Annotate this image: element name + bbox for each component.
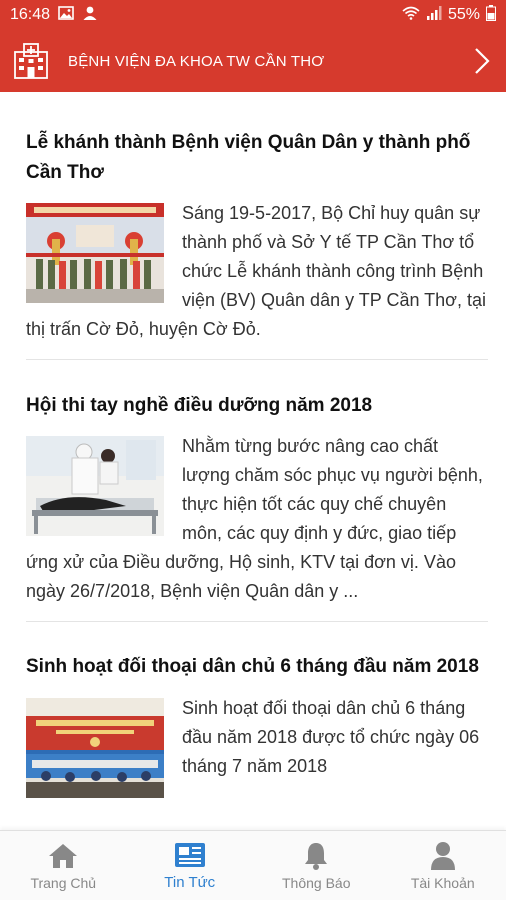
app-header: BỆNH VIỆN ĐA KHOA TW CẦN THƠ [0, 30, 506, 92]
status-time: 16:48 [10, 6, 51, 23]
news-title[interactable]: Sinh hoạt đối thoại dân chủ 6 tháng đầu … [26, 652, 488, 682]
image-icon [58, 5, 74, 25]
chevron-right-icon[interactable] [470, 46, 494, 76]
bottom-navigation: Trang Chủ Tin Tức Thông Báo Tài Khoản [0, 830, 506, 900]
nav-label: Tin Tức [164, 874, 216, 891]
news-title[interactable]: Lễ khánh thành Bệnh viện Quân Dân y thàn… [26, 128, 488, 188]
status-bar: 16:48 55% [0, 0, 506, 30]
news-item[interactable]: Sinh hoạt đối thoại dân chủ 6 tháng đầu … [26, 622, 488, 798]
nav-account[interactable]: Tài Khoản [380, 831, 506, 900]
signal-icon [426, 5, 442, 25]
home-icon [48, 841, 78, 871]
nav-news[interactable]: Tin Tức [127, 831, 254, 900]
person-icon [82, 5, 98, 26]
nav-home[interactable]: Trang Chủ [0, 831, 127, 900]
nav-label: Trang Chủ [30, 874, 97, 891]
wifi-icon [402, 6, 420, 25]
news-thumbnail[interactable] [26, 698, 164, 798]
news-item[interactable]: Lễ khánh thành Bệnh viện Quân Dân y thàn… [26, 92, 488, 360]
hospital-name: BỆNH VIỆN ĐA KHOA TW CẦN THƠ [68, 52, 325, 70]
news-list: Lễ khánh thành Bệnh viện Quân Dân y thàn… [0, 92, 506, 830]
nav-label: Tài Khoản [410, 874, 475, 891]
news-item[interactable]: Hội thi tay nghề điều dưỡng năm 2018 Nhằ… [26, 360, 488, 622]
nav-label: Thông Báo [282, 874, 351, 891]
battery-percent: 55% [447, 6, 480, 23]
hospital-building-icon [12, 42, 50, 80]
news-title[interactable]: Hội thi tay nghề điều dưỡng năm 2018 [26, 391, 488, 421]
news-thumbnail[interactable] [26, 203, 164, 303]
news-thumbnail[interactable] [26, 436, 164, 536]
bell-icon [303, 841, 329, 871]
nav-notifications[interactable]: Thông Báo [253, 831, 380, 900]
account-icon [430, 841, 456, 871]
newspaper-icon [174, 840, 206, 870]
battery-icon [486, 4, 496, 26]
